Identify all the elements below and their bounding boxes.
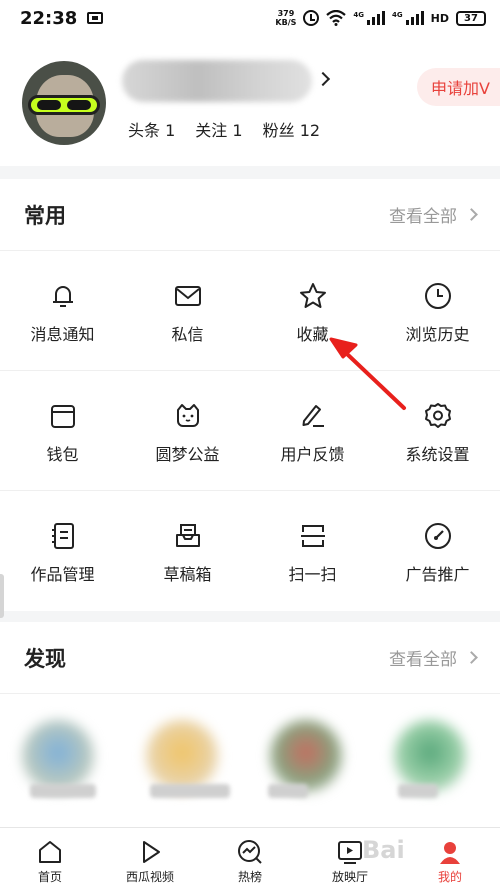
view-all-button[interactable]: 查看全部 xyxy=(389,645,478,670)
bell-icon xyxy=(52,286,73,307)
discover-item-thumbnail[interactable] xyxy=(22,720,94,792)
profile-stats: 头条 1 关注 1 粉丝 12 xyxy=(128,117,320,141)
notifications-button[interactable]: 消息通知 xyxy=(0,251,125,370)
home-icon xyxy=(39,841,61,863)
pen-icon xyxy=(302,405,324,427)
trending-icon xyxy=(238,840,262,864)
cat-face-icon xyxy=(176,404,199,427)
mail-icon xyxy=(174,286,201,306)
nav-profile[interactable]: 我的 xyxy=(400,828,500,889)
view-all-button[interactable]: 查看全部 xyxy=(389,202,478,227)
tv-icon xyxy=(338,841,362,864)
bottom-navigation: 首页 西瓜视频 热榜 放映厅 我的 xyxy=(0,827,500,889)
discover-item-thumbnail[interactable] xyxy=(270,720,342,792)
nav-home[interactable]: 首页 xyxy=(0,828,100,889)
grid-row: 消息通知 私信 收藏 浏览历史 xyxy=(0,251,500,371)
apply-verification-button[interactable]: 申请加V xyxy=(417,68,500,106)
battery-icon: 37 xyxy=(456,10,486,26)
grid-row: 钱包 圆梦公益 用户反馈 系统设置 xyxy=(0,371,500,491)
wallet-icon xyxy=(50,405,75,428)
favorites-button[interactable]: 收藏 xyxy=(250,251,375,370)
sim2-network-label: 4G xyxy=(392,11,403,19)
network-speed: 379 KB/S xyxy=(275,9,296,27)
history-button[interactable]: 浏览历史 xyxy=(375,251,500,370)
gear-icon xyxy=(424,403,451,428)
discover-item-caption-blurred xyxy=(30,784,96,798)
avatar[interactable] xyxy=(22,61,106,145)
play-icon xyxy=(143,841,160,863)
section-title: 常用 xyxy=(24,203,66,228)
stat-followers[interactable]: 粉丝 12 xyxy=(263,117,320,141)
feedback-button[interactable]: 用户反馈 xyxy=(250,371,375,490)
nav-xigua-video[interactable]: 西瓜视频 xyxy=(100,828,200,889)
message-notification-icon xyxy=(87,12,104,24)
profile-header[interactable]: 头条 1 关注 1 粉丝 12 申请加V xyxy=(0,36,500,166)
gauge-icon xyxy=(424,523,451,549)
notebook-icon xyxy=(51,523,74,549)
status-indicators: 379 KB/S 4G 4G HD 37 xyxy=(275,9,486,27)
discover-item-caption-blurred xyxy=(150,784,230,798)
profile-icon xyxy=(440,842,460,864)
sim1-network-label: 4G xyxy=(353,11,365,19)
alarm-icon xyxy=(303,10,320,26)
common-section: 常用 查看全部 消息通知 私信 收藏 浏览历史 钱包 圆梦公益 用户反馈 系统设… xyxy=(0,179,500,611)
ad-promotion-button[interactable]: 广告推广 xyxy=(375,491,500,611)
wallet-button[interactable]: 钱包 xyxy=(0,371,125,490)
discover-list xyxy=(0,694,500,792)
charity-button[interactable]: 圆梦公益 xyxy=(125,371,250,490)
watermark: Bai xyxy=(362,836,405,864)
drafts-button[interactable]: 草稿箱 xyxy=(125,491,250,611)
edge-swipe-handle[interactable] xyxy=(0,574,4,618)
chevron-right-icon xyxy=(465,651,478,664)
discover-item-thumbnail[interactable] xyxy=(146,720,218,792)
discover-item-caption-blurred xyxy=(268,784,308,798)
status-time: 22:38 xyxy=(20,7,78,29)
chevron-right-icon[interactable] xyxy=(315,71,331,87)
discover-item-thumbnail[interactable] xyxy=(394,720,466,792)
nav-trending[interactable]: 热榜 xyxy=(200,828,300,889)
private-messages-button[interactable]: 私信 xyxy=(125,251,250,370)
status-bar: 22:38 379 KB/S 4G 4G HD 37 xyxy=(0,0,500,36)
section-title: 发现 xyxy=(24,646,66,671)
settings-button[interactable]: 系统设置 xyxy=(375,371,500,490)
wifi-icon xyxy=(326,10,347,26)
username-blurred[interactable] xyxy=(122,60,312,102)
stat-headlines[interactable]: 头条 1 xyxy=(128,117,175,141)
discover-item-caption-blurred xyxy=(398,784,438,798)
signal-sim1-icon: 4G xyxy=(353,11,386,25)
star-icon xyxy=(299,283,326,308)
network-speed-unit: KB/S xyxy=(275,18,297,27)
discover-section-header: 发现 查看全部 xyxy=(0,622,500,694)
works-management-button[interactable]: 作品管理 xyxy=(0,491,125,611)
scan-icon xyxy=(300,525,325,547)
common-section-header: 常用 查看全部 xyxy=(0,179,500,251)
grid-row: 作品管理 草稿箱 扫一扫 广告推广 xyxy=(0,491,500,611)
network-speed-value: 379 xyxy=(277,9,295,18)
scan-button[interactable]: 扫一扫 xyxy=(250,491,375,611)
signal-sim2-icon: 4G xyxy=(392,11,424,25)
hd-voice-label: HD xyxy=(430,11,449,25)
clock-icon xyxy=(424,283,451,309)
draft-box-icon xyxy=(175,524,200,547)
stat-following[interactable]: 关注 1 xyxy=(195,117,242,141)
chevron-right-icon xyxy=(465,208,478,221)
